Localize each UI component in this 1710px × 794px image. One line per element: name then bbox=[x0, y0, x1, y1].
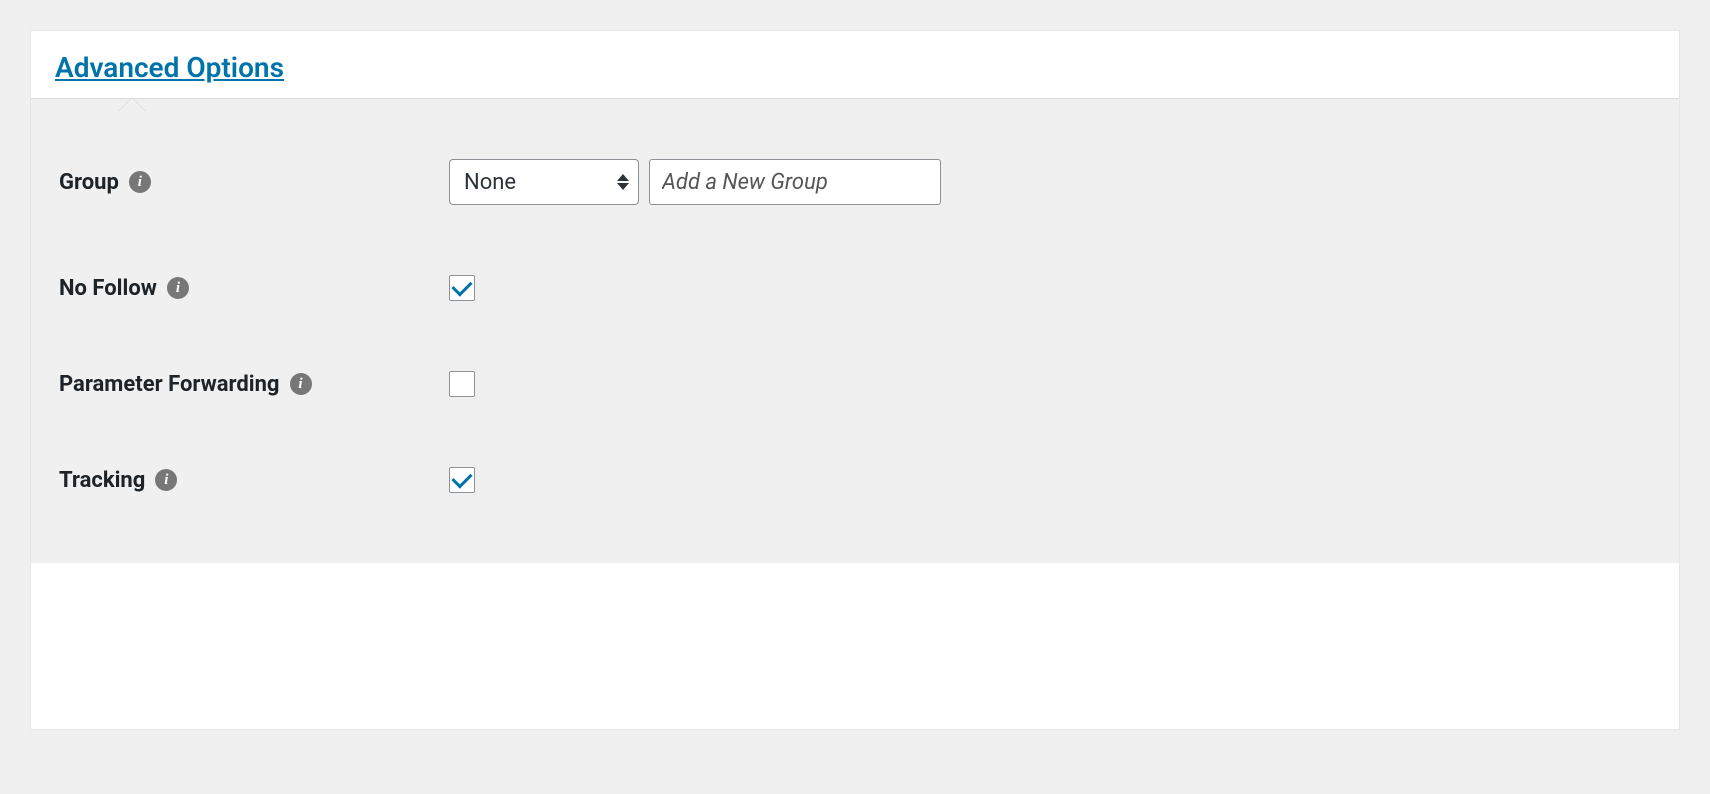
info-icon[interactable]: i bbox=[290, 373, 312, 395]
label-no-follow-text: No Follow bbox=[59, 276, 157, 301]
group-select-wrapper: None bbox=[449, 159, 639, 205]
info-icon[interactable]: i bbox=[129, 171, 151, 193]
label-group: Group i bbox=[59, 170, 449, 195]
tab-pointer bbox=[119, 98, 145, 111]
tab-header: Advanced Options bbox=[31, 31, 1679, 98]
new-group-input[interactable] bbox=[649, 159, 941, 205]
row-group: Group i None bbox=[59, 159, 1651, 205]
label-parameter-forwarding: Parameter Forwarding i bbox=[59, 372, 449, 397]
tab-advanced-options[interactable]: Advanced Options bbox=[55, 51, 284, 98]
label-parameter-forwarding-text: Parameter Forwarding bbox=[59, 372, 280, 397]
tracking-checkbox[interactable] bbox=[449, 467, 475, 493]
row-no-follow: No Follow i bbox=[59, 275, 1651, 301]
label-no-follow: No Follow i bbox=[59, 276, 449, 301]
info-icon[interactable]: i bbox=[155, 469, 177, 491]
no-follow-checkbox[interactable] bbox=[449, 275, 475, 301]
info-icon[interactable]: i bbox=[167, 277, 189, 299]
control-group: None bbox=[449, 159, 941, 205]
row-parameter-forwarding: Parameter Forwarding i bbox=[59, 371, 1651, 397]
control-no-follow bbox=[449, 275, 475, 301]
label-tracking: Tracking i bbox=[59, 468, 449, 493]
advanced-options-card: Advanced Options Group i None bbox=[30, 30, 1680, 730]
label-group-text: Group bbox=[59, 170, 119, 195]
group-select[interactable]: None bbox=[449, 159, 639, 205]
control-parameter-forwarding bbox=[449, 371, 475, 397]
options-panel: Group i None No Follow i bbox=[31, 98, 1679, 563]
label-tracking-text: Tracking bbox=[59, 468, 145, 493]
control-tracking bbox=[449, 467, 475, 493]
parameter-forwarding-checkbox[interactable] bbox=[449, 371, 475, 397]
row-tracking: Tracking i bbox=[59, 467, 1651, 493]
